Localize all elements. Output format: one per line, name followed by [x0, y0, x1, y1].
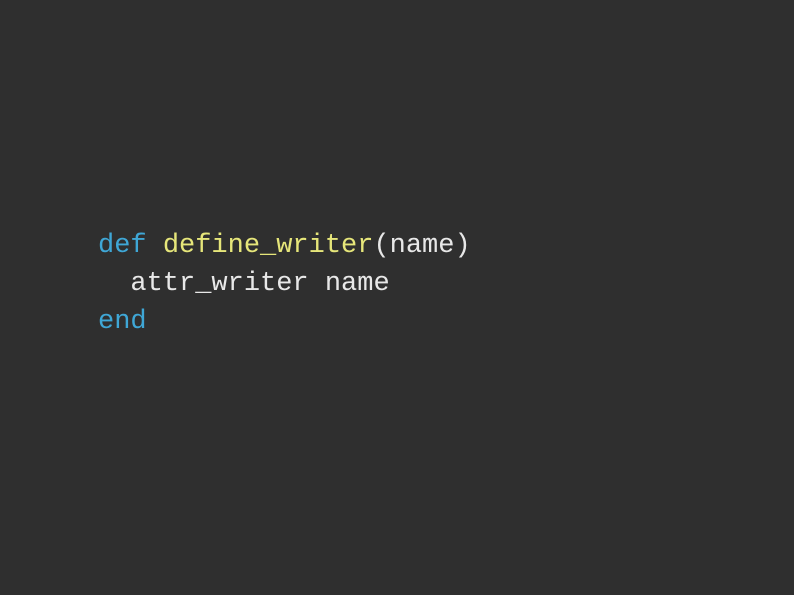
code-line-2: attr_writer name — [98, 266, 471, 304]
code-block: def define_writer(name) attr_writer name… — [98, 228, 471, 341]
keyword-def: def — [98, 231, 147, 261]
keyword-end: end — [98, 307, 147, 337]
method-name: define_writer — [163, 231, 374, 261]
indent — [98, 269, 130, 299]
code-line-1: def define_writer(name) — [98, 228, 471, 266]
space — [147, 231, 163, 261]
params: (name) — [373, 231, 470, 261]
method-body: attr_writer name — [130, 269, 389, 299]
code-line-3: end — [98, 304, 471, 342]
